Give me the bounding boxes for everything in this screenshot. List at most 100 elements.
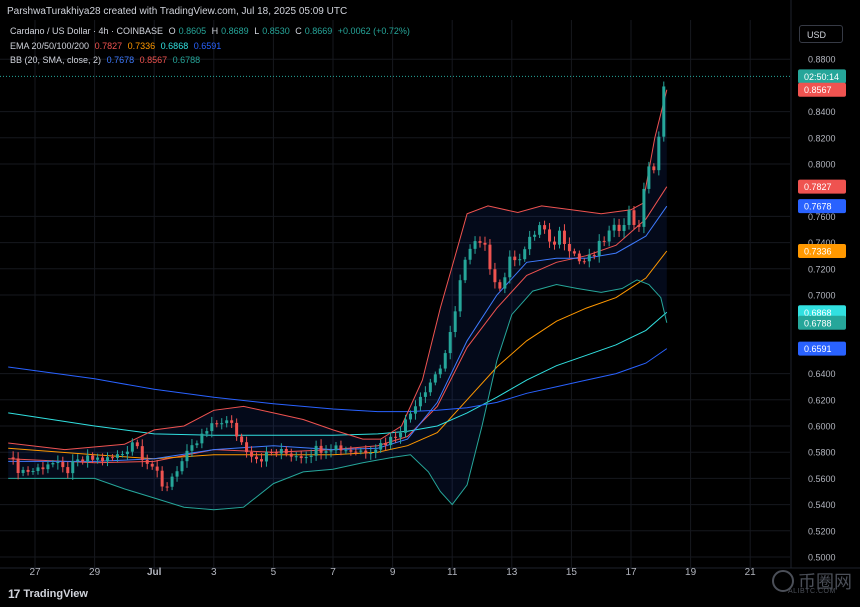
price-axis-tick-label: 0.5400 [808,500,836,510]
tradingview-logo[interactable]: 17 TradingView [8,587,88,601]
candle-body [612,224,616,231]
currency-button[interactable]: USD [799,25,843,43]
ema-legend[interactable]: EMA 20/50/100/200 0.7827 0.7336 0.6868 0… [10,41,224,51]
candle-body [617,224,621,232]
candle-body [96,457,100,460]
candle-body [180,461,184,472]
candle-body [71,461,75,474]
candle-body [627,210,631,226]
candle-body [160,470,164,487]
candle-body [86,455,90,462]
candle-body [61,462,65,468]
candle-body [488,244,492,270]
price-tag-label: 0.8567 [804,85,832,95]
candle-body [190,445,194,451]
candle-body [106,457,110,462]
candle-body [602,240,606,242]
candle-body [468,248,472,260]
candle-body [110,457,114,459]
candle-body [543,225,547,230]
price-axis-tick-label: 0.7600 [808,212,836,222]
candle-body [399,432,403,438]
candle-body [41,467,45,470]
candle-body [255,456,259,460]
candle-body [11,457,15,459]
time-axis-tick-label: 17 [625,567,637,578]
candle-body [607,230,611,242]
candle-body [259,459,263,462]
ema100-value: 0.6868 [160,41,189,51]
time-axis-tick-label: 5 [271,567,277,578]
candle-body [269,451,273,453]
candle-body [66,467,70,474]
time-axis-tick-label: 29 [89,567,101,578]
time-axis-tick-label: 13 [506,567,518,578]
candle-body [155,466,159,471]
price-chart[interactable]: 0.88000.84000.82000.80000.76000.74000.72… [0,0,860,607]
candle-body [438,368,442,375]
candle-body [175,471,179,477]
candle-body [518,259,522,261]
price-axis-tick-label: 0.5600 [808,474,836,484]
price-axis-tick-label: 0.8800 [808,55,836,65]
candle-body [115,454,119,458]
candle-body [632,210,636,225]
ohlc-close-value: 0.8669 [304,26,333,36]
price-axis-tick-label: 0.6400 [808,369,836,379]
candle-body [379,443,383,450]
bb-legend[interactable]: BB (20, SMA, close, 2) 0.7678 0.8567 0.6… [10,55,203,65]
time-axis-tick-label: 9 [390,567,396,578]
candle-body [125,451,129,455]
ema-indicator-label: EMA 20/50/100/200 [10,41,90,51]
candle-body [433,374,437,383]
candle-body [418,396,422,407]
candle-body [523,249,527,260]
price-axis-tick-label: 0.5800 [808,448,836,458]
time-axis-tick-label: Jul [147,567,162,578]
time-axis-tick-label: 11 [447,567,458,578]
candle-body [637,224,641,227]
candle-body [389,436,393,446]
ohlc-open-label: O [168,26,176,36]
candle-body [120,454,124,456]
candle-body [577,253,581,262]
time-axis-tick-label: 15 [566,567,578,578]
candle-body [31,471,35,473]
candle-body [26,469,30,472]
candle-body [359,450,363,452]
candle-body [36,467,40,472]
candle-body [508,256,512,278]
candle-body [548,229,552,242]
price-axis-tick-label: 0.7000 [808,291,836,301]
candle-body [225,420,229,424]
price-axis-tick-label: 0.6000 [808,422,836,432]
bb-lower-value: 0.6788 [172,55,201,65]
candle-body [240,436,244,443]
candle-body [51,463,55,465]
tradingview-logo-icon: 17 [8,587,20,601]
ohlc-low-value: 0.8530 [262,26,290,36]
candle-body [567,243,571,252]
ema200-value: 0.6591 [193,41,222,51]
price-axis-tick-label: 0.8400 [808,107,836,117]
candle-body [557,230,561,245]
ema50-value: 0.7336 [127,41,156,51]
candle-body [463,259,467,281]
tradingview-logo-text: TradingView [23,588,88,600]
candle-body [587,254,591,262]
ohlc-low-label: L [254,26,260,36]
candle-body [483,242,487,245]
candle-body [250,452,254,457]
candle-body [498,282,502,289]
candle-body [344,450,348,452]
time-axis-tick-label: 21 [745,567,757,578]
candle-body [478,241,482,243]
candle-body [56,462,60,464]
price-tag-label: 0.6788 [804,318,832,328]
candle-body [279,448,283,454]
candle-body [334,445,338,451]
price-axis-tick-label: 0.5000 [808,553,836,563]
time-axis-tick-label: 7 [330,567,336,578]
candle-body [101,457,105,462]
symbol-name[interactable]: Cardano / US Dollar · 4h · COINBASE [10,26,163,36]
